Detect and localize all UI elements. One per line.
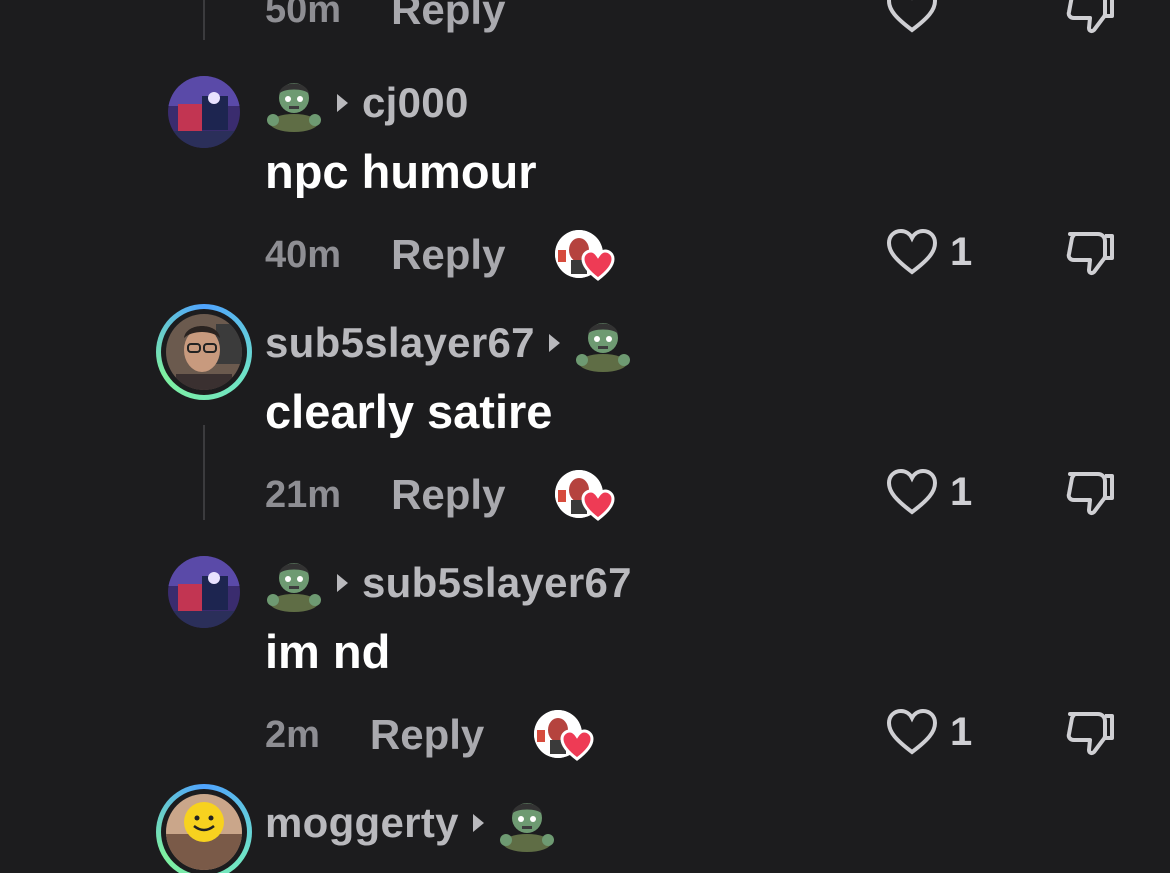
- like-button[interactable]: 1: [886, 708, 972, 756]
- thumbs-down-icon[interactable]: [1064, 0, 1116, 36]
- comment-row: sub5slayer67 im nd 2m Reply 1: [0, 550, 1170, 770]
- heart-outline-icon[interactable]: [886, 228, 938, 276]
- heart-outline-icon[interactable]: [886, 708, 938, 756]
- comment-time: 50m: [265, 0, 342, 31]
- avatar[interactable]: [166, 794, 242, 870]
- like-button[interactable]: [886, 0, 938, 34]
- zombie-icon: [267, 563, 321, 612]
- avatar-story-ring[interactable]: [156, 304, 252, 400]
- reply-arrow-icon: [337, 574, 348, 592]
- like-button[interactable]: 1: [886, 468, 972, 516]
- red-heart-icon: [581, 489, 615, 521]
- reply-arrow-icon: [548, 334, 560, 352]
- heart-outline-icon[interactable]: [886, 0, 938, 34]
- reply-button[interactable]: Reply: [370, 711, 484, 759]
- reply-button[interactable]: Reply: [391, 471, 505, 519]
- comment-row: cj000 npc humour 40m Reply 1: [0, 70, 1170, 290]
- comment-row: moggerty: [0, 780, 1170, 873]
- comment-username[interactable]: sub5slayer67: [265, 319, 535, 367]
- reply-button[interactable]: Reply: [391, 0, 505, 34]
- replied-to-username[interactable]: cj000: [362, 79, 469, 127]
- thumbs-down-icon[interactable]: [1064, 228, 1116, 278]
- avatar-story-ring[interactable]: [156, 784, 252, 873]
- heart-outline-icon[interactable]: [886, 468, 938, 516]
- thumbs-down-icon[interactable]: [1064, 468, 1116, 518]
- comment-text: im nd: [265, 625, 391, 678]
- reply-button[interactable]: Reply: [391, 231, 505, 279]
- comment-time: 21m: [265, 473, 342, 516]
- avatar[interactable]: [168, 556, 240, 628]
- reply-arrow-icon: [472, 814, 484, 832]
- like-button[interactable]: 1: [886, 228, 972, 276]
- avatar[interactable]: [166, 314, 242, 390]
- zombie-icon: [267, 83, 321, 132]
- red-heart-icon: [581, 249, 615, 281]
- like-count: 1: [950, 229, 973, 274]
- red-heart-icon: [560, 729, 594, 761]
- reply-arrow-icon: [337, 94, 348, 112]
- creator-liked-badge: [555, 230, 615, 281]
- comment-row: sub5slayer67 clearly satire 21m Reply 1: [0, 302, 1170, 532]
- creator-liked-badge: [555, 470, 615, 521]
- comment-username[interactable]: moggerty: [265, 799, 459, 847]
- thumbs-down-icon[interactable]: [1064, 708, 1116, 758]
- comment-time: 40m: [265, 233, 342, 276]
- avatar[interactable]: [168, 76, 240, 148]
- creator-liked-badge: [534, 710, 594, 761]
- comment-row-partial: 50m Reply: [0, 0, 1170, 46]
- zombie-icon: [575, 323, 630, 372]
- zombie-icon: [499, 803, 554, 852]
- comment-time: 2m: [265, 713, 320, 756]
- like-count: 1: [950, 709, 973, 754]
- comment-text: npc humour: [265, 145, 537, 198]
- like-count: 1: [950, 469, 973, 514]
- replied-to-username[interactable]: sub5slayer67: [362, 559, 632, 607]
- comment-text: clearly satire: [265, 385, 553, 438]
